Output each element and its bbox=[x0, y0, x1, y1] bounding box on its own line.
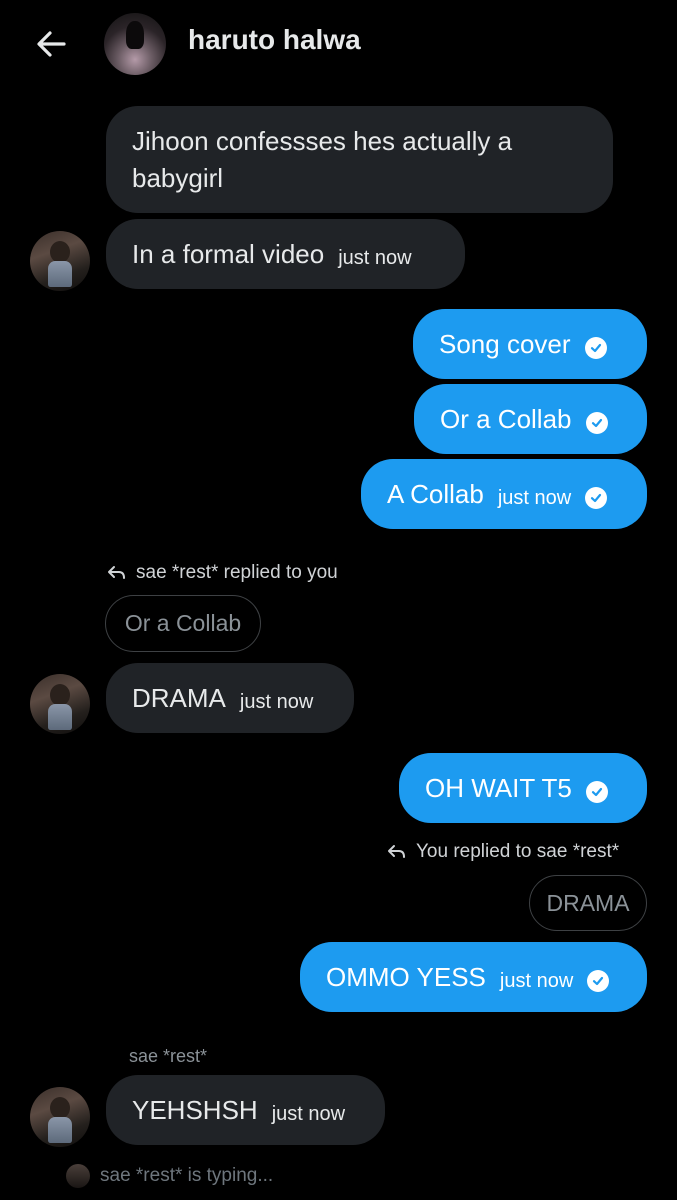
read-check-icon bbox=[585, 487, 608, 509]
reply-context-label: sae *rest* replied to you bbox=[106, 562, 338, 584]
message-text: A Collab bbox=[387, 478, 484, 509]
conversation-title[interactable]: haruto halwa bbox=[188, 24, 361, 56]
reply-label-text: You replied to sae *rest* bbox=[416, 841, 620, 862]
message-text: Song cover bbox=[439, 328, 571, 359]
read-check-icon bbox=[587, 970, 610, 992]
outgoing-message[interactable]: OMMO YESS just now bbox=[300, 942, 647, 1012]
message-text: Or a Collab bbox=[440, 403, 572, 434]
sender-avatar[interactable] bbox=[30, 674, 90, 734]
typing-indicator: sae *rest* is typing... bbox=[66, 1164, 273, 1188]
outgoing-message[interactable]: A Collab just now bbox=[361, 459, 647, 529]
reply-label-text: sae *rest* replied to you bbox=[136, 562, 338, 583]
quoted-message[interactable]: Or a Collab bbox=[105, 595, 261, 652]
sender-avatar[interactable] bbox=[30, 231, 90, 291]
message-text: DRAMA bbox=[132, 682, 226, 713]
incoming-message[interactable]: In a formal video just now bbox=[106, 219, 465, 289]
quoted-message[interactable]: DRAMA bbox=[529, 875, 647, 931]
reply-arrow-icon bbox=[388, 845, 405, 858]
message-timestamp: just now bbox=[239, 690, 314, 713]
typing-avatar bbox=[66, 1164, 90, 1188]
message-text: YEHSHSH bbox=[132, 1094, 258, 1125]
quoted-text: Or a Collab bbox=[124, 610, 242, 636]
read-check-icon bbox=[584, 337, 607, 359]
message-text: OH WAIT T5 bbox=[425, 772, 572, 803]
message-timestamp: just now bbox=[499, 969, 574, 992]
read-check-icon bbox=[585, 412, 608, 434]
message-text: OMMO YESS bbox=[326, 961, 486, 992]
back-arrow-icon[interactable] bbox=[30, 24, 74, 64]
conversation-header: haruto halwa bbox=[0, 0, 677, 92]
typing-text: sae *rest* is typing... bbox=[100, 1165, 274, 1186]
outgoing-message[interactable]: Or a Collab bbox=[414, 384, 647, 454]
message-text: In a formal video bbox=[132, 238, 325, 269]
sender-avatar[interactable] bbox=[30, 1087, 90, 1147]
message-timestamp: just now bbox=[271, 1102, 346, 1125]
incoming-message[interactable]: Jihoon confessses hes actually a babygir… bbox=[106, 106, 613, 213]
outgoing-message[interactable]: Song cover bbox=[413, 309, 647, 379]
incoming-message[interactable]: YEHSHSH just now bbox=[106, 1075, 385, 1145]
message-timestamp: just now bbox=[338, 246, 412, 269]
message-text: Jihoon confessses hes actually a babygir… bbox=[132, 125, 513, 193]
read-check-icon bbox=[585, 781, 608, 803]
sender-name: sae *rest* bbox=[129, 1046, 208, 1066]
quoted-text: DRAMA bbox=[546, 889, 630, 916]
header-avatar[interactable] bbox=[104, 13, 166, 75]
reply-arrow-icon bbox=[108, 566, 125, 579]
message-timestamp: just now bbox=[497, 486, 572, 509]
incoming-message[interactable]: DRAMA just now bbox=[106, 663, 354, 733]
reply-context-label: You replied to sae *rest* bbox=[386, 841, 619, 863]
outgoing-message[interactable]: OH WAIT T5 bbox=[399, 753, 647, 823]
